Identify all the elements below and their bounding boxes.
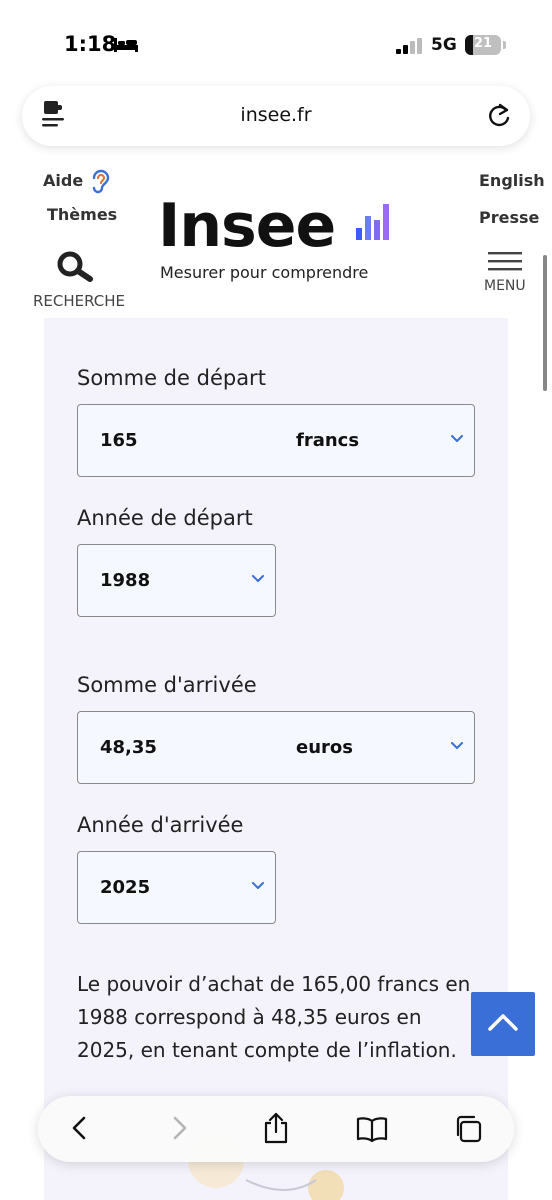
chevron-down-icon[interactable] [451,742,463,750]
start-sum-value[interactable]: 165 [100,430,138,451]
chevron-down-icon[interactable] [252,882,264,890]
start-sum-select[interactable]: 165 francs [77,404,475,477]
start-sum-unit[interactable]: francs [296,430,359,451]
result-text: Le pouvoir d’achat de 165,00 francs en 1… [77,972,471,1062]
search-icon[interactable] [56,251,94,283]
search-label[interactable]: RECHERCHE [33,292,125,310]
logo-bars-icon [356,204,389,240]
url-text[interactable]: insee.fr [22,104,530,126]
end-sum-unit[interactable]: euros [296,737,353,758]
ear-icon[interactable] [90,168,112,194]
forward-icon[interactable] [173,1116,187,1140]
back-icon[interactable] [72,1116,86,1140]
start-year-label: Année de départ [77,506,253,530]
end-year-select[interactable]: 2025 [77,851,276,924]
status-time: 1:18 [64,32,117,56]
browser-toolbar [38,1096,514,1162]
end-year-value[interactable]: 2025 [100,877,150,898]
status-bar: 1:18 5G 21 [0,0,552,80]
end-sum-select[interactable]: 48,35 euros [77,711,475,784]
share-icon[interactable] [263,1112,289,1144]
bookmarks-icon[interactable] [356,1116,388,1142]
menu-label[interactable]: MENU [484,278,526,294]
battery-indicator: 21 [465,35,501,55]
chevron-up-icon[interactable] [487,1012,519,1032]
help-link[interactable]: Aide [43,171,83,190]
start-sum-label: Somme de départ [77,366,266,390]
bed-icon [114,38,138,52]
signal-icon [396,38,422,54]
english-link[interactable]: English [479,171,545,190]
end-sum-label: Somme d'arrivée [77,673,257,697]
start-year-select[interactable]: 1988 [77,544,276,617]
hamburger-icon[interactable] [488,252,522,272]
reload-icon[interactable] [486,102,512,130]
press-link[interactable]: Presse [479,208,539,227]
logo-tagline: Mesurer pour comprendre [160,263,369,282]
themes-link[interactable]: Thèmes [47,205,117,224]
insee-logo[interactable]: Insee [158,196,336,256]
scrollbar[interactable] [543,255,547,391]
chevron-down-icon[interactable] [451,435,463,443]
chevron-down-icon[interactable] [252,575,264,583]
address-bar[interactable]: insee.fr [22,86,530,146]
end-year-label: Année d'arrivée [77,813,244,837]
battery-level: 21 [473,36,493,51]
start-year-value[interactable]: 1988 [100,570,150,591]
network-type: 5G [431,35,457,55]
tabs-icon[interactable] [454,1115,482,1143]
end-sum-value[interactable]: 48,35 [100,737,157,758]
back-to-top-button[interactable] [471,992,535,1056]
